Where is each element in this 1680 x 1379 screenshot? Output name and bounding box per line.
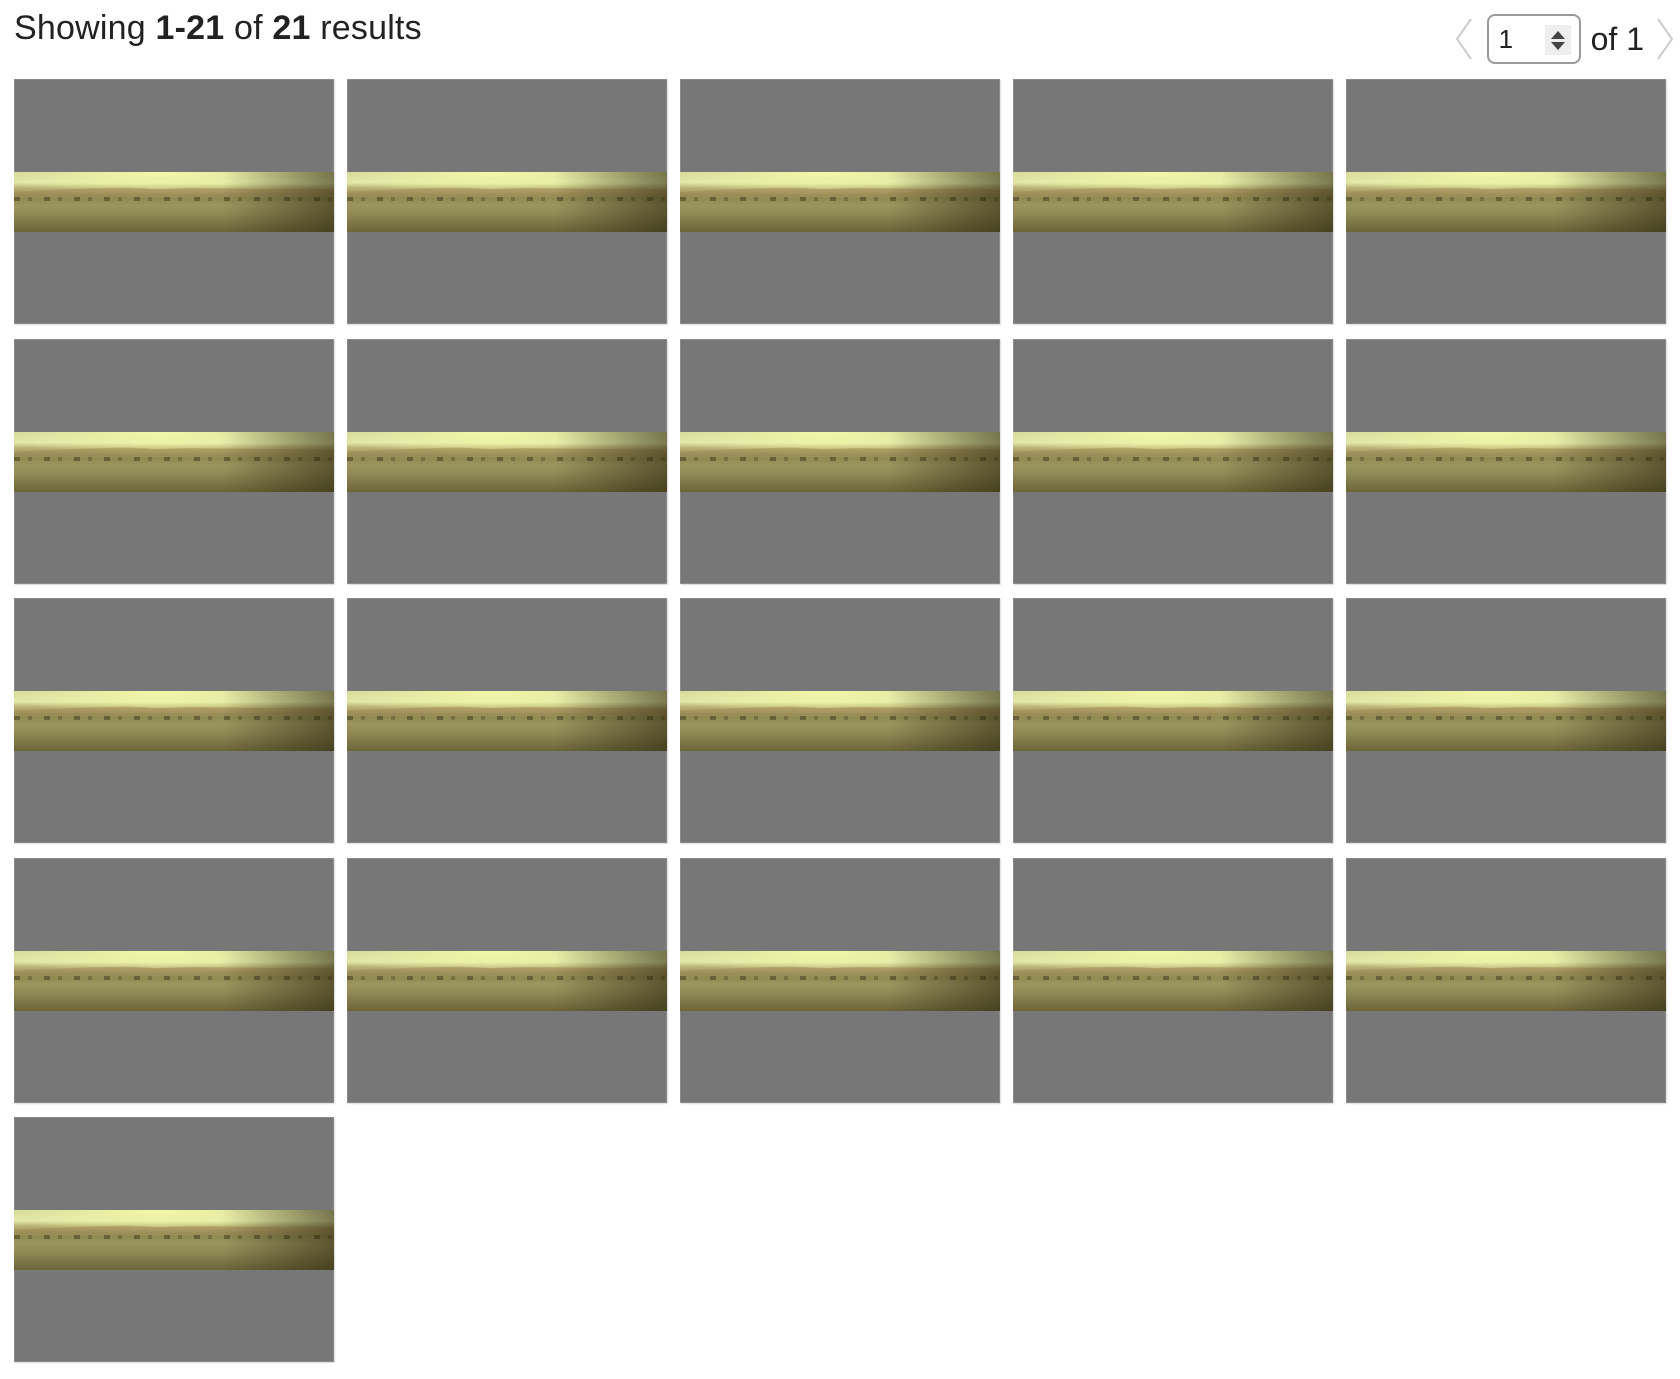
mars-landscape-image	[1013, 432, 1333, 493]
mars-landscape-image	[347, 691, 667, 752]
summary-range: 1-21	[155, 9, 225, 47]
gallery-thumbnail[interactable]	[1346, 79, 1666, 324]
previous-page-button[interactable]	[1449, 13, 1479, 65]
mars-landscape-image	[1013, 951, 1333, 1012]
gallery-thumbnail[interactable]	[680, 598, 1000, 843]
gallery-thumbnail[interactable]	[1346, 339, 1666, 584]
pagination: of 1	[1449, 12, 1680, 66]
gallery-thumbnail[interactable]	[14, 598, 334, 843]
page-count-label: of 1	[1590, 20, 1644, 57]
next-page-button[interactable]	[1650, 13, 1680, 65]
summary-suffix: results	[310, 9, 422, 47]
mars-landscape-image	[14, 1210, 334, 1271]
horizon-detail	[14, 457, 334, 462]
horizon-detail	[1346, 197, 1666, 202]
mars-landscape-image	[680, 432, 1000, 493]
mars-landscape-image	[1346, 432, 1666, 493]
mars-landscape-image	[1346, 172, 1666, 233]
gallery-thumbnail[interactable]	[14, 1117, 334, 1362]
mars-landscape-image	[14, 432, 334, 493]
summary-total: 21	[272, 9, 311, 47]
mars-landscape-image	[680, 951, 1000, 1012]
gallery-thumbnail[interactable]	[347, 79, 667, 324]
horizon-detail	[680, 976, 1000, 981]
gallery-thumbnail[interactable]	[14, 339, 334, 584]
mars-landscape-image	[347, 951, 667, 1012]
horizon-detail	[347, 716, 667, 721]
chevron-right-icon	[1655, 17, 1675, 61]
mars-landscape-image	[347, 172, 667, 233]
mars-landscape-image	[1346, 951, 1666, 1012]
page-number-field	[1486, 14, 1581, 64]
caret-up-icon[interactable]	[1550, 30, 1565, 39]
caret-down-icon[interactable]	[1550, 41, 1565, 50]
horizon-detail	[14, 1235, 334, 1240]
horizon-detail	[1346, 716, 1666, 721]
horizon-detail	[347, 457, 667, 462]
horizon-detail	[1346, 976, 1666, 981]
horizon-detail	[347, 976, 667, 981]
horizon-detail	[347, 197, 667, 202]
gallery-thumbnail[interactable]	[14, 79, 334, 324]
horizon-detail	[14, 716, 334, 721]
summary-prefix: Showing	[14, 9, 156, 47]
gallery-thumbnail[interactable]	[347, 598, 667, 843]
horizon-detail	[1013, 197, 1333, 202]
horizon-detail	[1346, 457, 1666, 462]
gallery-thumbnail[interactable]	[680, 339, 1000, 584]
chevron-left-icon	[1454, 17, 1474, 61]
summary-mid: of	[224, 9, 273, 47]
horizon-detail	[680, 716, 1000, 721]
gallery-thumbnail[interactable]	[1013, 79, 1333, 324]
gallery-thumbnail[interactable]	[1013, 339, 1333, 584]
mars-landscape-image	[14, 172, 334, 233]
results-summary: Showing 1-21 of 21 results	[14, 6, 422, 50]
results-header: Showing 1-21 of 21 results of 1	[0, 0, 1680, 70]
mars-landscape-image	[1013, 691, 1333, 752]
mars-landscape-image	[1013, 172, 1333, 233]
horizon-detail	[1013, 716, 1333, 721]
horizon-detail	[14, 197, 334, 202]
mars-landscape-image	[14, 691, 334, 752]
gallery-thumbnail[interactable]	[680, 79, 1000, 324]
gallery-thumbnail[interactable]	[347, 858, 667, 1103]
page-stepper[interactable]	[1544, 25, 1571, 55]
gallery-thumbnail[interactable]	[1013, 858, 1333, 1103]
page-number-input[interactable]	[1498, 24, 1545, 54]
mars-landscape-image	[680, 691, 1000, 752]
mars-landscape-image	[680, 172, 1000, 233]
mars-landscape-image	[14, 951, 334, 1012]
horizon-detail	[1013, 457, 1333, 462]
gallery-thumbnail[interactable]	[1346, 598, 1666, 843]
horizon-detail	[1013, 976, 1333, 981]
gallery-thumbnail[interactable]	[1346, 858, 1666, 1103]
mars-landscape-image	[347, 432, 667, 493]
horizon-detail	[14, 976, 334, 981]
gallery-thumbnail[interactable]	[14, 858, 334, 1103]
gallery-thumbnail[interactable]	[1013, 598, 1333, 843]
gallery-thumbnail[interactable]	[347, 339, 667, 584]
mars-landscape-image	[1346, 691, 1666, 752]
gallery-thumbnail[interactable]	[680, 858, 1000, 1103]
horizon-detail	[680, 197, 1000, 202]
horizon-detail	[680, 457, 1000, 462]
